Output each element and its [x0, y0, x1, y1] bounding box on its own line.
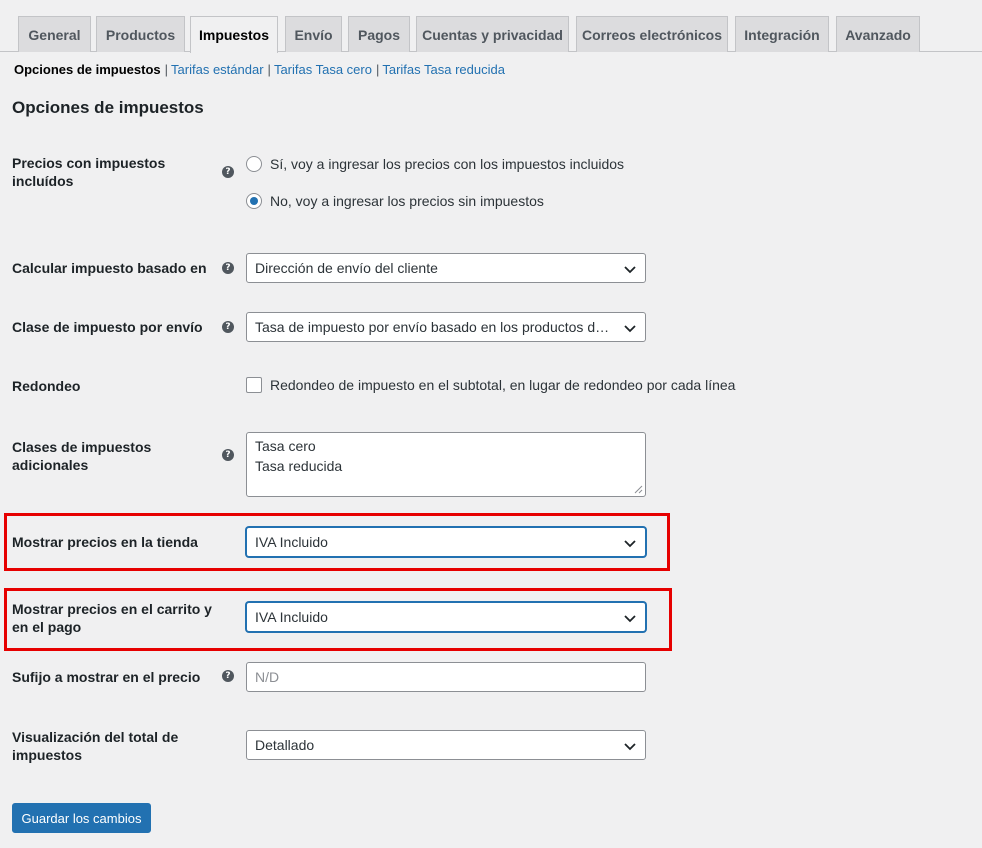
additional-tax-classes-textarea[interactable]: Tasa cero Tasa reducida [246, 432, 646, 497]
subnav-separator: | [267, 62, 271, 77]
rounding-checkbox-row[interactable]: Redondeo de impuesto en el subtotal, en … [246, 377, 735, 393]
subnav-link-tarifas-estandar[interactable]: Tarifas estándar [171, 62, 264, 77]
chevron-down-icon [624, 743, 636, 751]
textarea-line: Tasa reducida [255, 458, 343, 474]
radio-prices-include-tax-no[interactable]: No, voy a ingresar los precios sin impue… [246, 193, 544, 209]
radio-label: No, voy a ingresar los precios sin impue… [270, 193, 544, 209]
checkbox-label: Redondeo de impuesto en el subtotal, en … [270, 377, 736, 393]
chevron-down-icon [624, 266, 636, 274]
tax-total-display-label: Visualización del total de impuestos [12, 729, 179, 763]
chevron-down-icon [624, 325, 636, 333]
tab-general[interactable]: General [18, 16, 91, 52]
save-changes-button[interactable]: Guardar los cambios [12, 803, 151, 833]
prices-include-tax-label: Precios con impuestos incluídos [12, 155, 166, 189]
radio-label: Sí, voy a ingresar los precios con los i… [270, 156, 625, 172]
help-icon[interactable]: ? [222, 166, 234, 178]
tab-correos[interactable]: Correos electrónicos [576, 16, 728, 52]
subnav-current: Opciones de impuestos [14, 62, 161, 77]
subnav-link-tarifas-tasa-cero[interactable]: Tarifas Tasa cero [274, 62, 372, 77]
chevron-down-icon [624, 540, 636, 548]
display-cart-label: Mostrar precios en el carrito y en el pag… [12, 601, 212, 635]
tab-cuentas-privacidad[interactable]: Cuentas y privacidad [416, 16, 569, 52]
tax-based-on-label: Calcular impuesto basado en [12, 260, 207, 276]
tax-based-on-select[interactable]: Dirección de envío del cliente [246, 253, 646, 283]
tab-productos[interactable]: Productos [96, 16, 185, 52]
help-icon[interactable]: ? [222, 262, 234, 274]
display-cart-select[interactable]: IVA Incluido [246, 602, 646, 632]
price-suffix-input[interactable] [246, 662, 646, 692]
tax-subnav: Opciones de impuestos | Tarifas estándar | T… [14, 62, 505, 77]
tab-avanzado[interactable]: Avanzado [836, 16, 920, 52]
subnav-link-tarifas-tasa-reducida[interactable]: Tarifas Tasa reducida [382, 62, 505, 77]
help-icon[interactable]: ? [222, 449, 234, 461]
tab-envio[interactable]: Envío [285, 16, 342, 52]
display-shop-label: Mostrar precios en la tienda [12, 534, 198, 550]
display-shop-select[interactable]: IVA Incluido [246, 527, 646, 557]
settings-tabs: General Productos Impuestos Envío Pagos … [0, 16, 982, 53]
additional-tax-classes-label: Clases de impuestos adicionales [12, 439, 152, 473]
price-suffix-label: Sufijo a mostrar en el precio [12, 669, 201, 685]
radio-prices-include-tax-yes[interactable]: Sí, voy a ingresar los precios con los i… [246, 156, 624, 172]
select-value: Detallado [255, 737, 315, 753]
textarea-line: Tasa cero [255, 438, 316, 454]
rounding-checkbox[interactable] [246, 377, 262, 393]
section-title: Opciones de impuestos [12, 98, 204, 117]
help-icon[interactable]: ? [222, 670, 234, 682]
subnav-separator: | [164, 62, 169, 77]
tab-impuestos[interactable]: Impuestos [190, 16, 278, 53]
select-value: Tasa de impuesto por envío basado en los… [255, 319, 611, 335]
select-value: IVA Incluido [255, 609, 328, 625]
radio-button-checked[interactable] [246, 193, 262, 209]
select-value: IVA Incluido [255, 534, 328, 550]
help-icon[interactable]: ? [222, 321, 234, 333]
radio-button[interactable] [246, 156, 262, 172]
tax-total-display-select[interactable]: Detallado [246, 730, 646, 760]
tab-pagos[interactable]: Pagos [348, 16, 410, 52]
tab-integracion[interactable]: Integración [735, 16, 829, 52]
select-value: Dirección de envío del cliente [255, 260, 438, 276]
resize-grip-icon[interactable] [633, 484, 643, 494]
chevron-down-icon [624, 615, 636, 623]
shipping-tax-class-label: Clase de impuesto por envío [12, 319, 203, 335]
shipping-tax-class-select[interactable]: Tasa de impuesto por envío basado en los… [246, 312, 646, 342]
rounding-label: Redondeo [12, 378, 81, 394]
subnav-separator: | [375, 62, 380, 77]
